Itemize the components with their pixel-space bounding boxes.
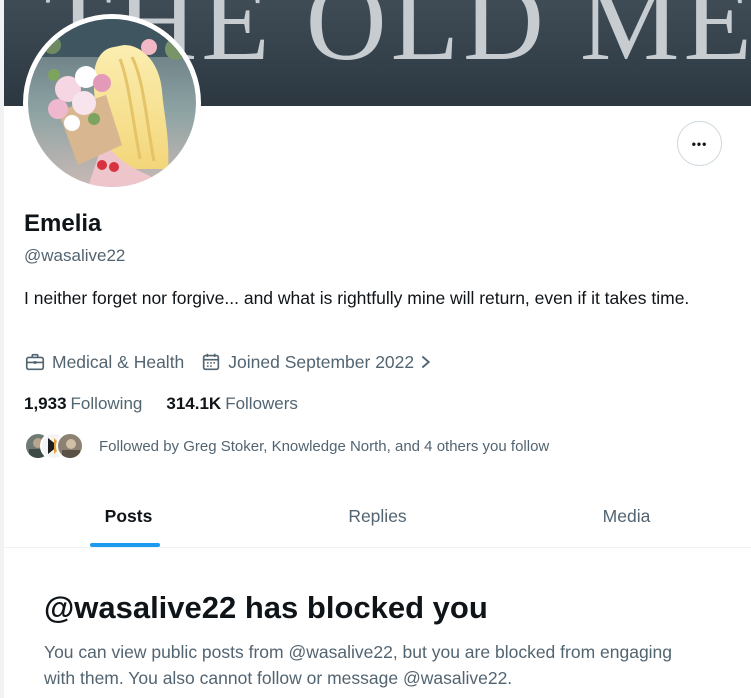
joined-label: Joined September 2022 [228, 351, 415, 372]
category-label: Medical & Health [52, 351, 185, 372]
tab-replies[interactable]: Replies [253, 490, 502, 547]
profile-tabs: Posts Replies Media [4, 490, 751, 548]
tab-media-label: Media [602, 506, 651, 526]
avatar-illustration [28, 19, 196, 187]
follow-stats: 1,933 Following 314.1K Followers [24, 394, 298, 414]
profile-bio: I neither forget nor forgive... and what… [24, 288, 690, 308]
followers-label: Followers [225, 394, 298, 413]
followers-link[interactable]: 314.1K Followers [166, 394, 298, 414]
user-handle: @wasalive22 [24, 246, 126, 265]
following-link[interactable]: 1,933 Following [24, 394, 142, 414]
followed-by-row[interactable]: Followed by Greg Stoker, Knowledge North… [24, 432, 549, 460]
display-name: Emelia [24, 210, 102, 237]
followed-by-text: Followed by Greg Stoker, Knowledge North… [99, 437, 550, 455]
profile-avatar[interactable] [23, 14, 201, 192]
tab-posts[interactable]: Posts [4, 490, 253, 547]
briefcase-icon [25, 353, 45, 371]
follower-avatars [24, 432, 86, 460]
blocked-title: @wasalive22 has blocked you [44, 590, 488, 625]
tab-media[interactable]: Media [502, 490, 751, 547]
following-label: Following [70, 394, 143, 413]
avatar [56, 432, 84, 460]
profile-meta: Medical & Health Joined September 2022 [24, 350, 434, 374]
more-options-button[interactable]: ••• [677, 121, 722, 166]
blocked-message: You can view public posts from @wasalive… [44, 642, 673, 688]
followers-count: 314.1K [166, 394, 222, 413]
joined-item[interactable]: Joined September 2022 [200, 351, 434, 373]
calendar-icon [203, 353, 220, 371]
active-tab-indicator [90, 543, 160, 547]
category-item: Medical & Health [24, 351, 184, 373]
chevron-right-icon [421, 355, 431, 369]
more-icon: ••• [691, 136, 708, 151]
tab-replies-label: Replies [348, 506, 407, 526]
tab-posts-label: Posts [104, 506, 153, 526]
following-count: 1,933 [24, 394, 67, 413]
